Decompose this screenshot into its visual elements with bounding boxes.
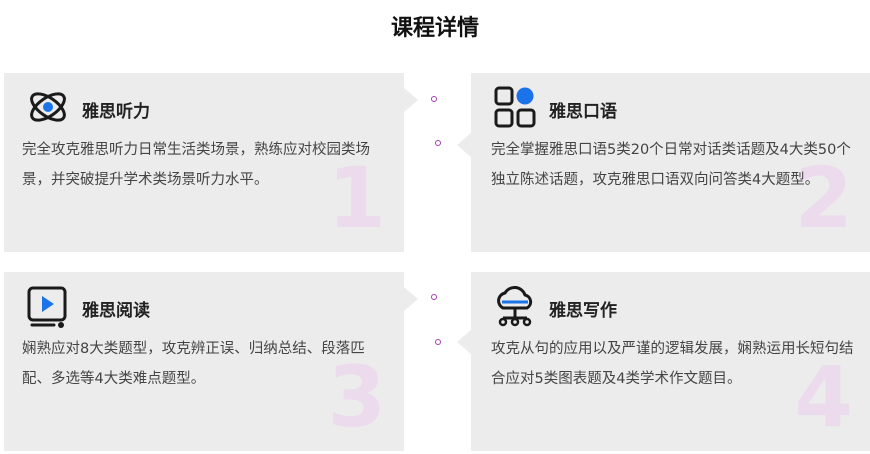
card-description: 完全掌握雅思口语5类20个日常对话类话题及4大类50个独立陈述话题，攻克雅思口语… — [491, 142, 851, 188]
card-notch — [404, 287, 418, 311]
card-description: 娴熟应对8大类题型，攻克辨正误、归纳总结、段落匹配、多选等4大类难点题型。 — [22, 341, 365, 387]
card-heading: 雅思听力 — [82, 102, 150, 122]
video-play-icon — [27, 286, 67, 328]
card-notch — [404, 88, 418, 112]
cloud-network-icon — [497, 286, 533, 327]
timeline-dot — [435, 339, 441, 345]
course-card-listening: 1 雅思听力 完全攻克雅思听力日常生活类场景，熟练应对校园类场景，并突破提升学术… — [4, 73, 404, 252]
timeline-dot — [431, 294, 437, 300]
page-title: 课程详情 — [390, 16, 479, 41]
card-description: 攻克从句的应用以及严谨的逻辑发展，娴熟运用长短句结合应对5类图表题及4类学术作文… — [491, 341, 854, 387]
grid-apps-icon — [494, 86, 536, 128]
timeline-dot — [431, 96, 437, 102]
course-card-speaking: 2 雅思口语 完全掌握雅思口语5类20个日常对话类话题及4大类50个独立陈述话题… — [471, 73, 870, 252]
timeline-dot — [435, 140, 441, 146]
card-notch — [457, 330, 471, 354]
atom-icon — [30, 92, 66, 122]
card-heading: 雅思口语 — [549, 102, 617, 122]
card-description: 完全攻克雅思听力日常生活类场景，熟练应对校园类场景，并突破提升学术类场景听力水平… — [22, 142, 370, 188]
card-heading: 雅思阅读 — [82, 301, 150, 321]
course-card-writing: 4 雅思写作 攻克从句的应用以及严谨的逻辑发展，娴熟运用长短句结合应对5类图表题… — [471, 272, 870, 451]
card-heading: 雅思写作 — [549, 301, 617, 321]
card-notch — [457, 133, 471, 157]
course-card-reading: 3 雅思阅读 娴熟应对8大类题型，攻克辨正误、归纳总结、段落匹配、多选等4大类难… — [4, 272, 404, 451]
